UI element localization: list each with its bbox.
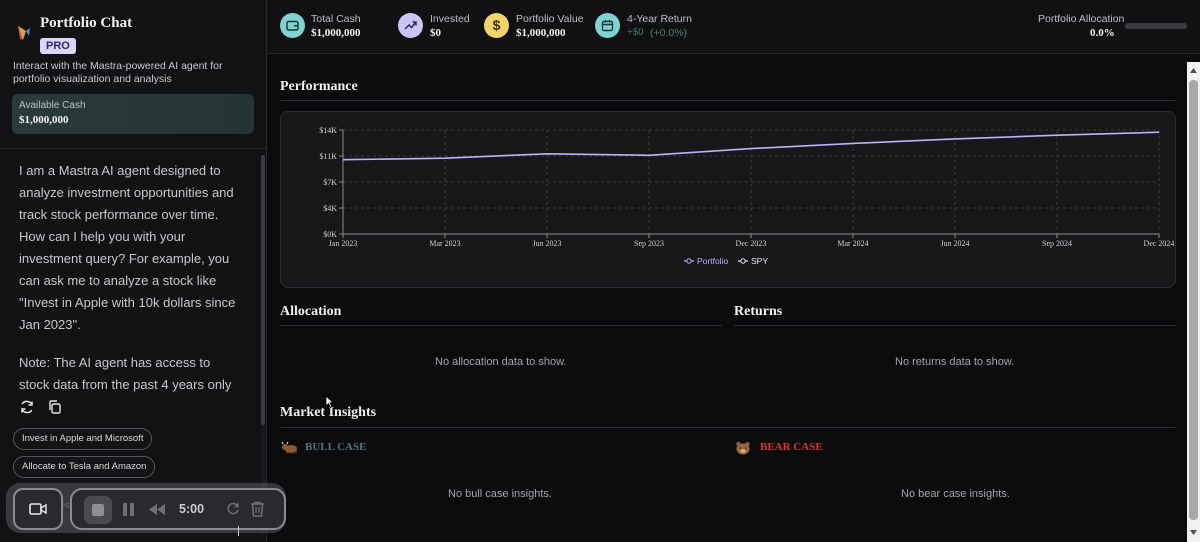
x-tick-label: Mar 2023 bbox=[429, 239, 460, 248]
pro-badge: PRO bbox=[40, 38, 76, 54]
portfolio-value: $1,000,000 bbox=[516, 27, 566, 39]
stop-icon bbox=[92, 504, 104, 516]
scroll-up-icon[interactable] bbox=[1189, 66, 1198, 75]
legend-marker-dot bbox=[686, 258, 692, 264]
x-tick-label: Sep 2023 bbox=[634, 239, 664, 248]
calendar-icon bbox=[595, 13, 620, 38]
insights-rule bbox=[280, 427, 1176, 428]
x-tick-label: Jan 2023 bbox=[329, 239, 358, 248]
invested-label: Invested bbox=[430, 13, 470, 25]
x-tick-label: Jun 2023 bbox=[532, 239, 561, 248]
bear-case-label: BEAR CASE bbox=[760, 441, 823, 453]
bear-icon bbox=[736, 441, 750, 455]
available-cash-label: Available Cash bbox=[19, 100, 86, 111]
allocation-title: Allocation bbox=[280, 304, 342, 319]
performance-chart-card: $0K $4K $7K $11K $14K Jan 2023 Mar 2023 Jun 202… bbox=[280, 111, 1176, 288]
y-tick-label: $0K bbox=[323, 230, 337, 239]
allocation-progress bbox=[1125, 23, 1187, 29]
restart-icon[interactable] bbox=[226, 502, 240, 516]
returns-rule bbox=[734, 325, 1176, 326]
performance-rule bbox=[280, 100, 1176, 101]
allocation-label: Portfolio Allocation bbox=[1038, 13, 1125, 25]
app-logo-icon bbox=[18, 26, 30, 40]
trash-icon[interactable] bbox=[250, 501, 265, 517]
pause-icon[interactable] bbox=[122, 502, 136, 517]
total-cash-label: Total Cash bbox=[311, 13, 361, 25]
regenerate-icon[interactable] bbox=[19, 399, 35, 415]
text-cursor bbox=[238, 526, 239, 536]
suggestion-chip[interactable]: Allocate to Tesla and Amazon bbox=[13, 456, 156, 478]
sidebar-scroll-thumb[interactable] bbox=[261, 155, 265, 425]
bull-empty-text: No bull case insights. bbox=[448, 488, 552, 500]
trend-up-icon bbox=[398, 13, 423, 38]
dollar-icon: $ bbox=[484, 13, 509, 38]
available-cash-value: $1,000,000 bbox=[19, 114, 69, 126]
wallet-icon bbox=[280, 13, 305, 38]
legend-label: Portfolio bbox=[697, 256, 728, 266]
suggestion-chip[interactable]: Invest in Apple and Microsoft bbox=[13, 428, 153, 450]
return-percent: (+0.0%) bbox=[650, 27, 688, 39]
allocation-value: 0.0% bbox=[1090, 27, 1115, 39]
total-cash-value: $1,000,000 bbox=[311, 27, 361, 39]
assistant-note: Note: The AI agent has access to stock d… bbox=[19, 355, 232, 392]
x-tick-label: Mar 2024 bbox=[837, 239, 868, 248]
video-camera-icon bbox=[29, 503, 47, 515]
mouse-cursor-icon bbox=[325, 395, 334, 408]
page-scroll-thumb[interactable] bbox=[1189, 80, 1198, 520]
camera-button[interactable] bbox=[13, 488, 63, 530]
available-cash-card: Available Cash $1,000,000 bbox=[12, 94, 254, 134]
bull-case-label: BULL CASE bbox=[305, 441, 367, 453]
performance-title: Performance bbox=[280, 79, 358, 94]
bull-icon bbox=[281, 441, 297, 454]
legend-label: SPY bbox=[751, 256, 768, 266]
invested-value: $0 bbox=[430, 27, 441, 39]
x-tick-label: Dec 2024 bbox=[1144, 239, 1175, 248]
dollar-glyph: $ bbox=[492, 17, 501, 33]
x-tick-label: Sep 2024 bbox=[1042, 239, 1072, 248]
y-tick-label: $14K bbox=[319, 126, 337, 135]
stop-recording-button[interactable] bbox=[84, 496, 112, 524]
recording-timer: 5:00 bbox=[179, 502, 205, 516]
sidebar-divider bbox=[0, 148, 266, 149]
sidebar: Portfolio Chat PRO Interact with the Mas… bbox=[0, 0, 267, 542]
y-tick-label: $7K bbox=[323, 178, 337, 187]
allocation-empty-text: No allocation data to show. bbox=[435, 356, 567, 368]
bear-empty-text: No bear case insights. bbox=[901, 488, 1010, 500]
rewind-icon[interactable] bbox=[149, 504, 166, 515]
x-tick-label: Jun 2024 bbox=[940, 239, 969, 248]
assistant-message: I am a Mastra AI agent designed to analy… bbox=[19, 163, 236, 332]
scroll-down-icon[interactable] bbox=[1189, 528, 1198, 537]
return-label: 4-Year Return bbox=[627, 13, 692, 25]
copy-icon[interactable] bbox=[47, 399, 63, 415]
returns-title: Returns bbox=[734, 304, 783, 319]
app-title: Portfolio Chat bbox=[40, 15, 133, 31]
legend-marker-dot bbox=[740, 258, 746, 264]
performance-chart: $0K $4K $7K $11K $14K Jan 2023 Mar 2023 Jun 202… bbox=[319, 126, 1175, 266]
x-tick-label: Dec 2023 bbox=[736, 239, 767, 248]
returns-empty-text: No returns data to show. bbox=[895, 356, 1015, 368]
y-tick-label: $4K bbox=[323, 204, 337, 213]
return-value: +$0 bbox=[627, 27, 644, 38]
app-subtitle: Interact with the Mastra-powered AI agen… bbox=[13, 60, 223, 85]
allocation-rule bbox=[280, 325, 722, 326]
portfolio-value-label: Portfolio Value bbox=[516, 13, 584, 25]
y-tick-label: $11K bbox=[320, 152, 338, 161]
